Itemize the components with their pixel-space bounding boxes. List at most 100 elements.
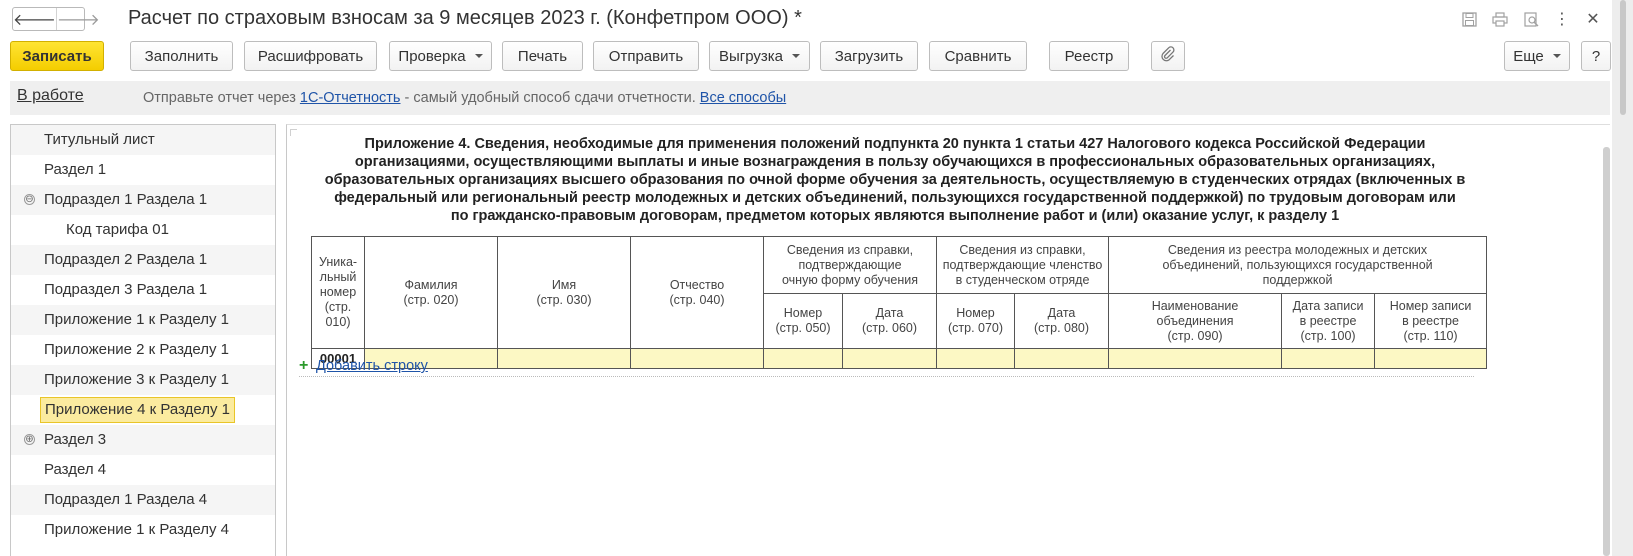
check-button-label: Проверка xyxy=(398,47,466,65)
load-button[interactable]: Загрузить xyxy=(820,41,918,71)
header-number-070: Номер (стр. 070) xyxy=(936,293,1016,349)
plus-icon[interactable]: + xyxy=(299,357,308,375)
header-group-squad-certificate: Сведения из справки, подтверждающие член… xyxy=(936,236,1110,294)
tree-item-subsection-3-1[interactable]: Подраздел 3 Раздела 1 xyxy=(11,275,275,305)
info-text-after: - самый удобный способ сдачи отчетности. xyxy=(400,90,700,106)
back-button[interactable]: 🡐 xyxy=(13,8,56,30)
window-scrollbar[interactable] xyxy=(1612,0,1633,556)
tree-item-section-4[interactable]: Раздел 4 xyxy=(11,455,275,485)
window-scrollbar-thumb[interactable] xyxy=(1620,0,1626,115)
check-dropdown-button[interactable]: Проверка xyxy=(389,41,492,71)
header-text: (стр. 110) xyxy=(1403,328,1458,343)
header-text: Имя xyxy=(551,277,577,292)
save-button[interactable]: Записать xyxy=(10,41,104,71)
header-text: Отчество xyxy=(669,277,725,292)
tree-item-label: Подраздел 3 Раздела 1 xyxy=(44,281,208,298)
expand-icon[interactable]: ⊕ xyxy=(24,434,35,445)
load-button-label: Загрузить xyxy=(834,47,904,65)
chevron-down-icon xyxy=(792,54,801,58)
print-button[interactable]: Печать xyxy=(502,41,583,71)
header-text: объединений, пользующихся государственно… xyxy=(1162,257,1433,272)
tree-item-label: Приложение 3 к Разделу 1 xyxy=(44,371,229,388)
send-button-label: Отправить xyxy=(608,47,684,65)
more-dropdown-button[interactable]: Еще xyxy=(1504,41,1570,71)
tree-item-label: Приложение 2 к Разделу 1 xyxy=(44,341,229,358)
header-text: Дата xyxy=(1047,306,1076,320)
decode-button-label: Расшифровать xyxy=(257,47,364,65)
header-number-050: Номер (стр. 050) xyxy=(763,293,843,349)
tree-item-label: Раздел 3 xyxy=(44,431,107,448)
preview-icon[interactable] xyxy=(1521,9,1541,29)
save-icon[interactable] xyxy=(1459,9,1479,29)
tree-item-label: Подраздел 1 Раздела 4 xyxy=(44,491,208,508)
heading-line: федеральный или региональный реестр моло… xyxy=(334,190,1456,206)
header-text: (стр. xyxy=(324,300,352,314)
header-text: в реестре xyxy=(1299,313,1357,328)
form-scrollbar[interactable] xyxy=(1603,147,1610,556)
heading-line: организациями, осуществляющими выплаты и… xyxy=(354,154,1436,170)
tree-item-subsection-2-1[interactable]: Подраздел 2 Раздела 1 xyxy=(11,245,275,275)
header-text: объединения xyxy=(1156,313,1234,328)
chevron-down-icon xyxy=(474,54,483,58)
1c-reporting-link[interactable]: 1С-Отчетность xyxy=(300,90,401,106)
more-vertical-icon[interactable]: ⋮ xyxy=(1552,9,1572,29)
status-link[interactable]: В работе xyxy=(17,87,84,105)
tree-item-appendix-1-4[interactable]: Приложение 1 к Разделу 4 xyxy=(11,515,275,545)
header-text: Фамилия xyxy=(404,277,458,292)
header-text: (стр. 080) xyxy=(1033,321,1090,335)
header-text: Наименование xyxy=(1151,298,1239,313)
header-group-study-certificate: Сведения из справки, подтверждающие очну… xyxy=(762,236,938,294)
tree-item-title-page[interactable]: Титульный лист xyxy=(11,125,275,155)
tree-item-label: Подраздел 1 Раздела 1 xyxy=(44,191,208,208)
header-text: очную форму обучения xyxy=(781,272,919,287)
info-message: Отправьте отчет через 1С-Отчетность - са… xyxy=(143,90,786,106)
export-dropdown-button[interactable]: Выгрузка xyxy=(709,41,810,71)
all-methods-link[interactable]: Все способы xyxy=(700,90,786,106)
compare-button[interactable]: Сравнить xyxy=(929,41,1027,71)
collapse-icon[interactable]: ⊖ xyxy=(24,194,35,205)
forward-button[interactable]: 🡒 xyxy=(55,8,100,30)
send-button[interactable]: Отправить xyxy=(593,41,699,71)
header-date-060: Дата (стр. 060) xyxy=(841,293,938,349)
registry-button[interactable]: Реестр xyxy=(1049,41,1129,71)
header-date-080: Дата (стр. 080) xyxy=(1014,293,1110,349)
tree-item-label: Приложение 1 к Разделу 1 xyxy=(44,311,229,328)
fill-button[interactable]: Заполнить xyxy=(130,41,233,71)
export-button-label: Выгрузка xyxy=(718,47,784,65)
help-button[interactable]: ? xyxy=(1581,41,1611,71)
tree-item-subsection-1-4[interactable]: Подраздел 1 Раздела 4 xyxy=(11,485,275,515)
info-text-before: Отправьте отчет через xyxy=(143,90,300,106)
attach-button[interactable] xyxy=(1151,41,1185,71)
tree-item-tariff-code-01[interactable]: Код тарифа 01 xyxy=(11,215,275,245)
tree-item-appendix-3-1[interactable]: Приложение 3 к Разделу 1 xyxy=(11,365,275,395)
heading-line: по гражданско-правовым договорам, предме… xyxy=(450,208,1340,224)
header-text: (стр. 030) xyxy=(536,292,592,307)
tree-item-section-1[interactable]: Раздел 1 xyxy=(11,155,275,185)
heading-line: Приложение 4. Сведения, необходимые для … xyxy=(364,136,1426,152)
tree-item-label: Приложение 1 к Разделу 4 xyxy=(44,521,229,538)
close-icon[interactable]: ✕ xyxy=(1583,9,1603,29)
tree-item-label: Приложение 4 к Разделу 1 xyxy=(40,397,235,423)
header-text: подтверждающие членство xyxy=(942,257,1103,272)
tree-item-appendix-2-1[interactable]: Приложение 2 к Разделу 1 xyxy=(11,335,275,365)
tree-item-label: Титульный лист xyxy=(44,131,155,148)
print-icon[interactable] xyxy=(1490,9,1510,29)
tree-item-appendix-1-1[interactable]: Приложение 1 к Разделу 1 xyxy=(11,305,275,335)
decode-button[interactable]: Расшифровать xyxy=(244,41,377,71)
header-text: 010) xyxy=(325,315,351,329)
tree-item-section-3[interactable]: ⊕ Раздел 3 xyxy=(11,425,275,455)
tree-item-label: Раздел 1 xyxy=(44,161,107,178)
tree-item-label: Раздел 4 xyxy=(44,461,107,478)
header-text: в студенческом отряде xyxy=(955,272,1090,287)
header-name: Имя (стр. 030) xyxy=(497,236,631,349)
header-unique-number: Уника- льный номер (стр. 010) xyxy=(311,236,365,349)
header-text: (стр. 070) xyxy=(947,321,1004,335)
header-text: Дата xyxy=(875,306,904,320)
header-text: Сведения из справки, xyxy=(786,242,914,257)
header-text: (стр. 050) xyxy=(775,321,831,335)
tree-item-subsection-1-1[interactable]: ⊖ Подраздел 1 Раздела 1 xyxy=(11,185,275,215)
tree-item-label: Код тарифа 01 xyxy=(66,221,169,238)
tree-item-appendix-4-1[interactable]: Приложение 4 к Разделу 1 xyxy=(11,395,275,425)
info-bar: В работе Отправьте отчет через 1С-Отчетн… xyxy=(10,81,1610,115)
add-row-link[interactable]: Добавить строку xyxy=(316,358,428,374)
